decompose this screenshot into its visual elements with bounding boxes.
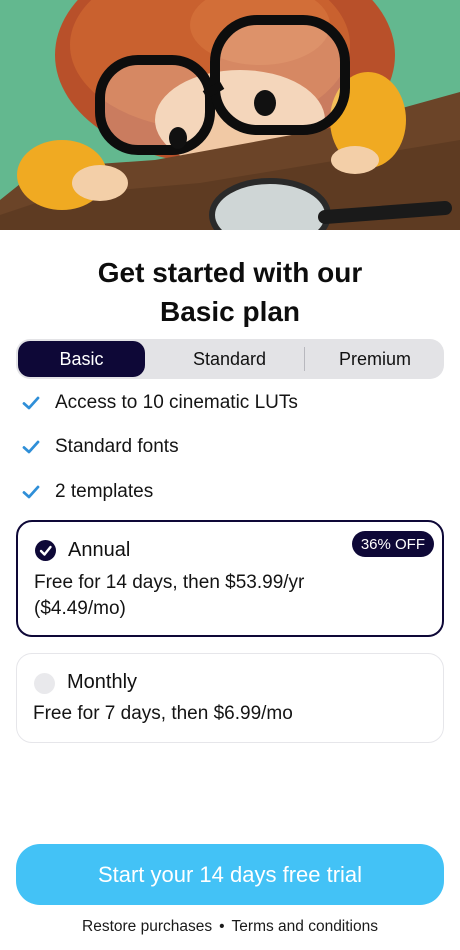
plan-option-annual[interactable]: Annual 36% OFF Free for 14 days, then $5…	[16, 520, 444, 637]
plan-price-line: Free for 14 days, then $53.99/yr	[34, 572, 305, 593]
radio-checked-icon[interactable]	[35, 540, 56, 561]
feature-label: Access to 10 cinematic LUTs	[55, 391, 298, 413]
feature-label: Standard fonts	[55, 436, 179, 457]
footer-links: Restore purchases • Terms and conditions	[0, 918, 460, 936]
title-line-2: Basic plan	[159, 296, 301, 327]
checkmark-icon	[22, 396, 40, 409]
feature-item: Access to 10 cinematic LUTs	[22, 389, 298, 416]
plan-description: Free for 7 days, then $6.99/mo	[33, 701, 413, 727]
tab-basic[interactable]: Basic	[18, 341, 145, 377]
plan-description: Free for 14 days, then $53.99/yr ($4.49/…	[34, 570, 414, 622]
checkmark-icon	[22, 485, 40, 498]
tab-standard[interactable]: Standard	[161, 341, 298, 377]
plan-tier-tabs: Basic Standard Premium	[16, 339, 444, 379]
feature-label: 2 templates	[55, 480, 154, 502]
tab-divider	[304, 347, 305, 371]
illustration-image	[0, 0, 460, 230]
checkmark-icon	[22, 440, 40, 454]
page-title: Get started with our Basic plan	[0, 253, 460, 331]
plan-price-line: Free for 7 days, then $6.99/mo	[33, 703, 293, 724]
title-line-1: Get started with our	[97, 257, 363, 288]
plan-name: Monthly	[67, 671, 138, 693]
plan-name: Annual	[68, 539, 131, 561]
radio-unchecked-icon[interactable]	[34, 673, 55, 694]
feature-item: 2 templates	[22, 478, 298, 505]
tab-premium[interactable]: Premium	[310, 341, 440, 377]
plan-option-monthly[interactable]: Monthly Free for 7 days, then $6.99/mo	[16, 653, 444, 743]
feature-list: Access to 10 cinematic LUTs Standard fon…	[22, 389, 298, 523]
discount-badge: 36% OFF	[351, 531, 434, 557]
checkmark-icon	[39, 545, 52, 556]
restore-purchases-link[interactable]: Restore purchases	[82, 918, 212, 935]
plan-monthly-equivalent: ($4.49/mo)	[34, 598, 126, 619]
feature-item: Standard fonts	[22, 434, 298, 461]
separator-dot: •	[219, 918, 225, 935]
terms-link[interactable]: Terms and conditions	[232, 918, 378, 935]
start-trial-button[interactable]: Start your 14 days free trial	[16, 844, 444, 905]
hero-illustration	[0, 0, 460, 230]
